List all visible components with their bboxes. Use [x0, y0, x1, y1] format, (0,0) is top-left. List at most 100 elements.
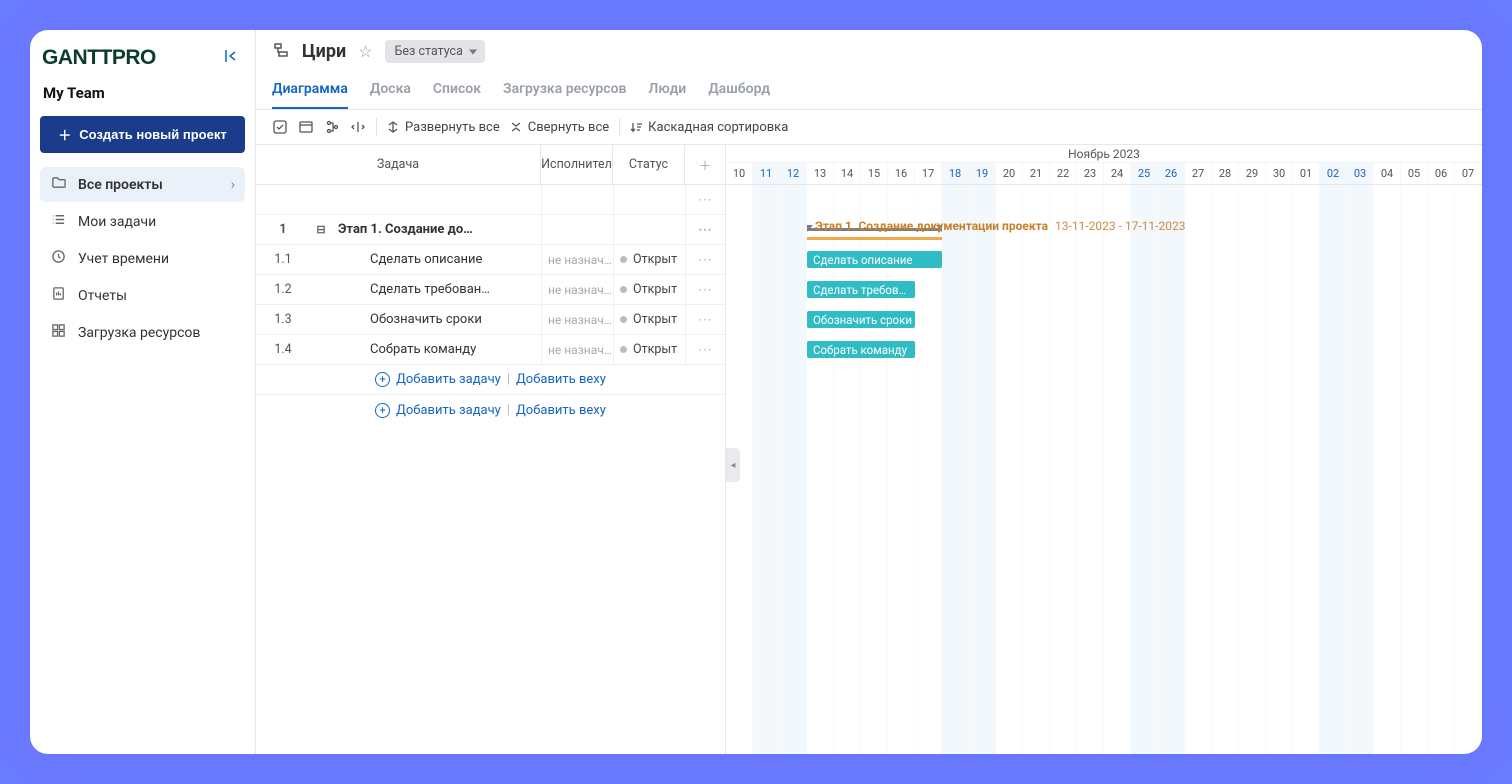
status-dropdown[interactable]: Без статуса [385, 40, 485, 63]
gantt-area: Задача Исполнител Статус ＋ ⋯1⊟Этап 1. Со… [256, 145, 1482, 754]
sidebar-item-label: Загрузка ресурсов [78, 325, 200, 341]
project-title: Цири [302, 41, 346, 62]
timeline-header: Ноябрь 2023 1011121314151617181920212223… [726, 145, 1482, 185]
tab-2[interactable]: Список [433, 73, 481, 109]
project-header: Цири ☆ Без статуса [256, 30, 1482, 69]
add-column-button[interactable]: ＋ [685, 145, 725, 184]
tab-1[interactable]: Доска [370, 73, 411, 109]
sidebar-item-1[interactable]: Мои задачи [40, 204, 245, 239]
folder-icon [50, 175, 66, 194]
col-status: Статус [613, 145, 685, 184]
toolbar: Развернуть все Свернуть все Каскадная со… [256, 110, 1482, 145]
timeline-day: 06 [1428, 163, 1455, 184]
row-more-icon[interactable]: ⋯ [685, 215, 725, 244]
task-name: Собрать команду [332, 335, 541, 364]
list-icon [50, 212, 66, 231]
row-number: 1.2 [256, 275, 310, 304]
row-more-icon[interactable]: ⋯ [685, 275, 725, 304]
phase-label: Этап 1. Создание документации проекта 13… [815, 219, 1185, 233]
sidebar-collapse-icon[interactable] [223, 48, 239, 68]
team-name: My Team [30, 74, 255, 116]
task-assignee[interactable]: не назнач… [541, 245, 613, 274]
sidebar-item-4[interactable]: Загрузка ресурсов [40, 315, 245, 350]
timeline-day: 27 [1185, 163, 1212, 184]
task-assignee[interactable]: не назнач… [541, 305, 613, 334]
new-project-button[interactable]: ＋ Создать новый проект [40, 116, 245, 153]
spacing-icon[interactable] [350, 119, 366, 135]
timeline-day: 25 [1131, 163, 1158, 184]
gantt-bar[interactable]: Собрать команду [807, 341, 915, 358]
task-row[interactable]: 1.2Сделать требован…не назнач…Открыт⋯ [256, 275, 725, 305]
phase-row[interactable]: 1⊟Этап 1. Создание до…⋯ [256, 215, 725, 245]
tab-3[interactable]: Загрузка ресурсов [503, 73, 626, 109]
task-status[interactable]: Открыт [613, 275, 685, 304]
task-assignee[interactable]: не назнач… [541, 335, 613, 364]
sidebar-item-3[interactable]: Отчеты [40, 278, 245, 313]
row-more-icon[interactable]: ⋯ [685, 245, 725, 274]
task-status[interactable]: Открыт [613, 305, 685, 334]
task-row[interactable]: 1.3Обозначить срокине назнач…Открыт⋯ [256, 305, 725, 335]
row-more-icon[interactable]: ⋯ [685, 185, 725, 214]
row-number: 1.1 [256, 245, 310, 274]
timeline-day: 20 [996, 163, 1023, 184]
expand-icon [387, 121, 399, 133]
sidebar-item-label: Мои задачи [78, 214, 156, 230]
fit-icon[interactable] [298, 119, 314, 135]
timeline-day: 05 [1401, 163, 1428, 184]
collapse-icon [510, 121, 522, 133]
timeline-day: 03 [1347, 163, 1374, 184]
separator [619, 118, 620, 136]
timeline-day: 12 [780, 163, 807, 184]
collapse-all-label: Свернуть все [528, 120, 609, 135]
collapse-toggle-icon[interactable]: ⊟ [310, 215, 332, 244]
timeline-day: 11 [753, 163, 780, 184]
cascade-sort-button[interactable]: Каскадная сортировка [630, 120, 788, 135]
expand-all-button[interactable]: Развернуть все [387, 120, 500, 135]
timeline-day: 15 [861, 163, 888, 184]
new-project-label: Создать новый проект [79, 127, 226, 142]
timeline-day: 23 [1077, 163, 1104, 184]
sidebar-item-2[interactable]: Учет времени [40, 241, 245, 276]
row-more-icon[interactable]: ⋯ [685, 305, 725, 334]
timeline-day: 14 [834, 163, 861, 184]
task-row[interactable]: 1.4Собрать командуне назнач…Открыт⋯ [256, 335, 725, 365]
project-icon [272, 41, 290, 63]
plus-circle-icon: + [375, 403, 390, 418]
gantt-bar[interactable]: Сделать описание [807, 251, 942, 268]
sort-icon [630, 121, 642, 133]
collapse-all-button[interactable]: Свернуть все [510, 120, 609, 135]
plus-circle-icon: + [375, 372, 390, 387]
star-icon[interactable]: ☆ [358, 42, 372, 61]
tab-0[interactable]: Диаграмма [272, 73, 348, 109]
add-milestone-link[interactable]: Добавить веху [516, 403, 606, 418]
gantt-bar[interactable]: Сделать требов… [807, 281, 915, 298]
task-name: Сделать описание [332, 245, 541, 274]
timeline-day: 30 [1266, 163, 1293, 184]
add-task-link[interactable]: Добавить задачу [396, 403, 501, 418]
timeline-day: 22 [1050, 163, 1077, 184]
hierarchy-icon[interactable] [324, 119, 340, 135]
checkbox-icon[interactable] [272, 119, 288, 135]
row-more-icon[interactable]: ⋯ [685, 335, 725, 364]
grid-header: Задача Исполнител Статус ＋ [256, 145, 725, 185]
timeline-day: 10 [726, 163, 753, 184]
task-status[interactable]: Открыт [613, 335, 685, 364]
tab-4[interactable]: Люди [648, 73, 686, 109]
task-row[interactable]: 1.1 Сделать описаниене назнач…Открыт⋯ [256, 245, 725, 275]
sidebar-item-label: Все проекты [78, 177, 163, 193]
task-status[interactable]: Открыт [613, 245, 685, 274]
col-assignee: Исполнител [541, 145, 613, 184]
report-icon [50, 286, 66, 305]
add-milestone-link[interactable]: Добавить веху [516, 372, 606, 387]
grid-collapse-handle[interactable]: ◂ [726, 448, 740, 482]
tab-5[interactable]: Дашборд [708, 73, 770, 109]
add-task-link[interactable]: Добавить задачу [396, 372, 501, 387]
sidebar-item-0[interactable]: Все проекты› [40, 167, 245, 202]
task-assignee[interactable]: не назнач… [541, 275, 613, 304]
clock-icon [50, 249, 66, 268]
add-row: + Добавить задачу | Добавить веху [256, 395, 725, 425]
gantt-bar[interactable]: Обозначить сроки [807, 311, 915, 328]
sidebar-nav: Все проекты› Мои задачи Учет времениОтчеты… [30, 167, 255, 350]
timeline-day: 04 [1374, 163, 1401, 184]
task-grid: Задача Исполнител Статус ＋ ⋯1⊟Этап 1. Со… [256, 145, 726, 754]
